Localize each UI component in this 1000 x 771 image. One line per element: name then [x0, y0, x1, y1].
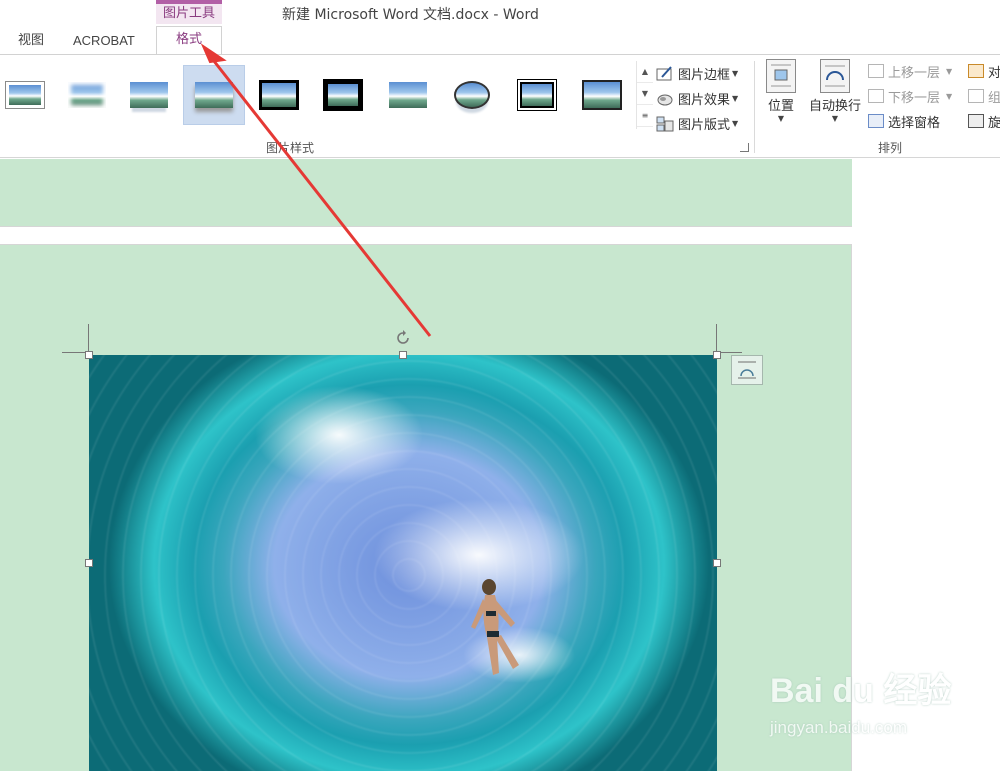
inserted-picture[interactable]	[89, 355, 717, 771]
chevron-down-icon: ▼	[946, 66, 953, 76]
picture-style-thumb[interactable]	[118, 65, 180, 125]
resize-handle-top-right[interactable]	[713, 351, 721, 359]
group-button[interactable]: 组	[968, 84, 1000, 108]
selection-pane-label: 选择窗格	[888, 115, 941, 131]
picture-layout-button[interactable]: 图片版式 ▼	[656, 111, 756, 136]
picture-commands: 图片边框 ▼ 图片效果 ▼ 图片版式 ▼	[656, 61, 756, 136]
picture-style-thumb[interactable]	[0, 65, 56, 125]
tab-view[interactable]: 视图	[18, 30, 44, 54]
watermark-brand: Bai du 经验	[770, 672, 952, 710]
dialog-launcher-icon[interactable]	[740, 143, 749, 152]
align-label: 对	[988, 65, 1000, 81]
resize-handle-right[interactable]	[713, 559, 721, 567]
arrange-group-label: 排列	[878, 141, 903, 155]
chevron-down-icon: ▼	[946, 91, 953, 101]
picture-effects-label: 图片效果	[678, 93, 731, 108]
align-button[interactable]: 对	[968, 59, 1000, 83]
layout-options-icon[interactable]	[731, 355, 763, 385]
tab-format[interactable]: 格式	[156, 26, 222, 55]
wrap-text-label: 自动换行	[808, 99, 861, 114]
bring-forward-button[interactable]: 上移一层 ▼	[868, 59, 952, 83]
crop-mark	[88, 324, 89, 354]
picture-effects-icon	[656, 91, 674, 107]
picture-tools-context-label: 图片工具	[156, 4, 222, 24]
watermark-url: jingyan.baidu.com	[770, 718, 908, 737]
picture-style-thumb[interactable]	[377, 65, 439, 125]
swimmer-figure	[471, 579, 519, 675]
title-bar: 图片工具 新建 Microsoft Word 文档.docx - Word 视图…	[0, 0, 1000, 55]
rotate-icon	[968, 114, 984, 128]
rotate-handle-icon[interactable]	[394, 329, 412, 347]
picture-style-thumb-selected[interactable]	[183, 65, 245, 125]
rotate-button[interactable]: 旋	[968, 109, 1000, 133]
arrange-group: 位置 ▼ 自动换行 ▼ 上移一层 ▼ 下移一层 ▼ 选择窗格 对 组 旋 排列	[758, 55, 1000, 159]
gallery-more-icon[interactable]: ≡	[637, 105, 653, 127]
picture-styles-gallery	[0, 61, 636, 129]
bring-forward-icon	[868, 64, 884, 78]
picture-border-icon	[656, 65, 674, 82]
position-icon	[766, 59, 796, 93]
group-label: 组	[988, 90, 1000, 106]
send-backward-label: 下移一层	[888, 90, 941, 106]
picture-effects-button[interactable]: 图片效果 ▼	[656, 86, 756, 111]
baidu-watermark: Bai du 经验 jingyan.baidu.com	[770, 663, 990, 763]
chevron-down-icon: ▼	[777, 114, 785, 123]
picture-style-thumb[interactable]	[312, 65, 374, 125]
chevron-down-icon: ▼	[732, 69, 739, 78]
resize-handle-top-left[interactable]	[85, 351, 93, 359]
group-separator	[754, 61, 755, 153]
picture-style-thumb[interactable]	[56, 65, 118, 125]
picture-style-thumb[interactable]	[248, 65, 310, 125]
align-icon	[968, 64, 984, 78]
picture-layout-label: 图片版式	[678, 118, 731, 133]
send-backward-button[interactable]: 下移一层 ▼	[868, 84, 952, 108]
picture-border-button[interactable]: 图片边框 ▼	[656, 61, 756, 86]
resize-handle-top[interactable]	[399, 351, 407, 359]
selection-pane-button[interactable]: 选择窗格	[868, 109, 940, 133]
picture-border-label: 图片边框	[678, 68, 731, 83]
wrap-text-button[interactable]: 自动换行 ▼	[806, 59, 864, 123]
ribbon: ▲ ▼ ≡ 图片边框 ▼ 图片效果 ▼ 图片版式 ▼ 图片样式 位置 ▼ 自动换…	[0, 54, 1000, 158]
position-button[interactable]: 位置 ▼	[766, 59, 796, 123]
chevron-down-icon: ▼	[732, 94, 739, 103]
bring-forward-label: 上移一层	[888, 65, 941, 81]
wrap-text-icon	[820, 59, 850, 93]
selection-pane-icon	[868, 114, 884, 128]
tab-acrobat[interactable]: ACROBAT	[73, 30, 135, 54]
picture-style-thumb[interactable]	[571, 65, 633, 125]
picture-styles-group-label: 图片样式	[266, 141, 315, 155]
picture-layout-icon	[656, 116, 674, 132]
chevron-down-icon: ▼	[831, 114, 839, 123]
rotate-label: 旋	[988, 115, 1000, 131]
picture-style-thumb[interactable]	[506, 65, 568, 125]
gallery-up-icon[interactable]: ▲	[637, 61, 653, 83]
resize-handle-left[interactable]	[85, 559, 93, 567]
gallery-down-icon[interactable]: ▼	[637, 83, 653, 105]
position-label: 位置	[767, 99, 794, 114]
picture-style-thumb[interactable]	[441, 65, 503, 125]
page-top-section[interactable]	[0, 159, 852, 227]
group-icon	[968, 89, 984, 103]
chevron-down-icon: ▼	[732, 119, 739, 128]
gallery-scrollbar: ▲ ▼ ≡	[636, 61, 653, 129]
window-title: 新建 Microsoft Word 文档.docx - Word	[282, 7, 539, 23]
crop-mark	[716, 324, 717, 354]
send-backward-icon	[868, 89, 884, 103]
